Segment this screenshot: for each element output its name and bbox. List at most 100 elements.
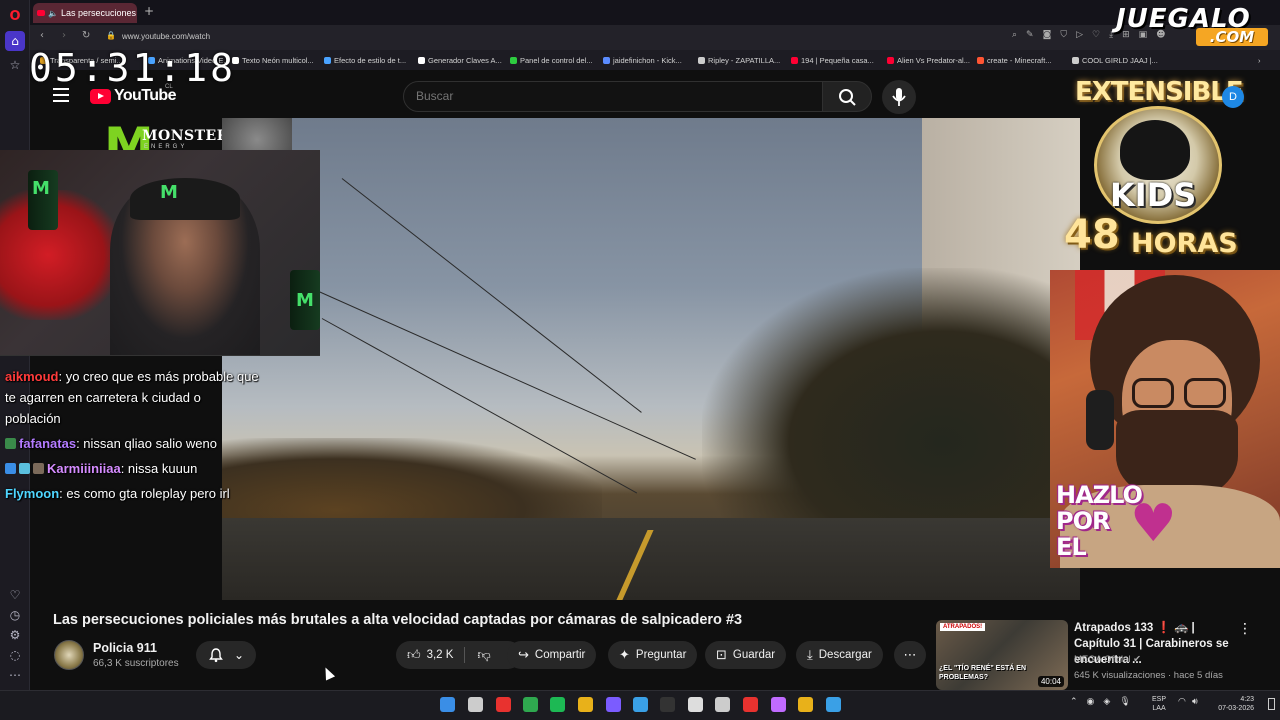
video-player[interactable] xyxy=(222,118,1080,600)
share-label: Compartir xyxy=(534,649,586,661)
history-icon[interactable]: ◷ xyxy=(5,605,25,625)
bookmark-item[interactable]: jaidefinichon - Kick... xyxy=(603,56,682,65)
download-icon[interactable]: ⤓ xyxy=(1109,30,1113,40)
recommended-channel-name: MEGA Oficial xyxy=(1074,654,1131,665)
bookmark-label: Ripley - ZAPATILLA... xyxy=(708,56,781,65)
recommended-more-icon[interactable]: ⋮ xyxy=(1238,621,1252,637)
stream-clock: 05:31:18 xyxy=(29,46,237,90)
youtube-logo-icon[interactable] xyxy=(90,89,111,104)
tray-microphone-icon[interactable]: 🎙︎ xyxy=(1119,697,1130,707)
menu-icon[interactable] xyxy=(53,88,69,102)
taskbar-app-icon[interactable] xyxy=(660,697,675,712)
more-icon[interactable]: ⋯ xyxy=(5,665,25,685)
chat-message: fafanatas: nissan qliao salio weno xyxy=(5,433,259,454)
ask-button[interactable]: ✦ Preguntar xyxy=(608,641,698,669)
account-avatar[interactable]: D xyxy=(1222,86,1244,108)
lock-icon[interactable]: 🔒 xyxy=(106,31,116,40)
bookmark-label: Efecto de estilo de t... xyxy=(334,56,407,65)
language-indicator[interactable]: ESP LAA xyxy=(1152,695,1166,713)
taskbar-app-icon[interactable] xyxy=(798,697,813,712)
mouse-cursor-icon xyxy=(320,665,336,681)
shield-icon[interactable]: ⛉ xyxy=(1060,30,1067,40)
back-icon[interactable]: ‹ xyxy=(40,30,44,41)
url-field[interactable]: www.youtube.com/watch xyxy=(122,32,210,41)
taskbar-app-icon[interactable] xyxy=(578,697,593,712)
lang-line: ESP xyxy=(1152,696,1167,703)
download-label: Descargar xyxy=(818,649,872,661)
channel-avatar[interactable] xyxy=(54,640,84,670)
taskbar-app-icon[interactable] xyxy=(688,697,703,712)
search-button[interactable] xyxy=(822,81,872,112)
voice-search-button[interactable] xyxy=(882,80,916,114)
recommended-thumbnail[interactable]: ATRAPADOS! ¿EL "TÍO RENÉ" ESTÁ EN PROBLE… xyxy=(936,620,1068,690)
volume-icon[interactable]: 🔊︎ xyxy=(1192,697,1198,707)
taskbar-app-icon[interactable] xyxy=(771,697,786,712)
notifications-button[interactable]: ⌄ xyxy=(196,641,256,669)
bookmark-item[interactable]: Alien Vs Predator-al... xyxy=(887,56,970,65)
taskbar-app-icon[interactable] xyxy=(633,697,648,712)
like-count[interactable]: 3,2 K xyxy=(427,649,454,661)
taskbar-app-icon[interactable] xyxy=(496,697,511,712)
taskbar-app-icon[interactable] xyxy=(468,697,483,712)
forward-icon[interactable]: › xyxy=(62,30,66,41)
taskbar-app-icon[interactable] xyxy=(826,697,841,712)
settings-icon[interactable]: ⚙ xyxy=(5,625,25,645)
new-tab-button[interactable]: + xyxy=(142,4,156,18)
bookmark-icon[interactable]: ♡ xyxy=(1092,30,1100,40)
bookmarks-more-icon[interactable]: › xyxy=(1258,56,1261,65)
taskbar-app-icon[interactable] xyxy=(550,697,565,712)
thumbs-up-icon[interactable]: 👍︎ xyxy=(407,648,421,663)
save-button[interactable]: ⊡ Guardar xyxy=(705,641,787,669)
chat-user: fafanatas xyxy=(19,436,77,451)
bookmark-item[interactable]: Generador Claves A... xyxy=(418,56,502,65)
chat-message: aikmoud: yo creo que es más probable que… xyxy=(5,366,259,429)
star-icon[interactable]: ☆ xyxy=(5,55,25,75)
search-input[interactable] xyxy=(416,89,796,103)
notifications-icon[interactable] xyxy=(1268,698,1275,710)
opera-logo-icon[interactable]: O xyxy=(5,6,25,26)
edit-icon[interactable]: ✎ xyxy=(1026,30,1034,40)
verified-icon: ✔ xyxy=(1133,654,1142,665)
search-icon[interactable]: ⌕ xyxy=(1012,30,1017,40)
bookmark-item[interactable]: Efecto de estilo de t... xyxy=(324,56,406,65)
recommended-channel[interactable]: MEGA Oficial ✔ xyxy=(1074,654,1141,665)
more-actions-button[interactable]: ⋯ xyxy=(894,641,926,669)
taskbar-app-icon[interactable] xyxy=(523,697,538,712)
bookmark-item[interactable]: Panel de control del... xyxy=(510,56,593,65)
monster-can-logo-icon: M xyxy=(296,290,314,311)
bookmark-item[interactable]: Texto Neón multicol... xyxy=(232,56,314,65)
wifi-icon[interactable]: ◠ xyxy=(1178,697,1186,707)
heart-icon[interactable]: ♡ xyxy=(5,585,25,605)
chat-badge-icon xyxy=(5,438,16,449)
sparkle-icon: ✦ xyxy=(619,647,630,663)
tray-app-icon[interactable]: ◉ xyxy=(1087,697,1095,707)
speaker-icon[interactable]: 🔈 xyxy=(48,9,58,18)
chevron-up-icon[interactable]: ⌃ xyxy=(1070,697,1078,707)
tab-bar xyxy=(30,0,1280,25)
bookmark-item[interactable]: Ripley - ZAPATILLA... xyxy=(698,56,780,65)
bookmark-item[interactable]: 194 | Pequeña casa... xyxy=(791,56,874,65)
download-button[interactable]: ⤓ Descargar xyxy=(796,641,883,669)
kids-mascot xyxy=(1120,120,1190,180)
chat-user: aikmoud xyxy=(5,369,59,384)
share-button[interactable]: ↪ Compartir xyxy=(507,641,597,669)
windows-start-icon[interactable] xyxy=(440,697,455,712)
tray-steam-icon[interactable]: ◈ xyxy=(1103,697,1110,707)
tab-active[interactable]: 🔈 Las persecuciones po xyxy=(33,3,137,23)
bookmark-item[interactable]: create - Minecraft... xyxy=(977,56,1052,65)
channel-name[interactable]: Policia 911 xyxy=(93,641,157,655)
bulb-icon[interactable]: ◌ xyxy=(5,645,25,665)
taskbar-app-icon[interactable] xyxy=(743,697,758,712)
recommended-meta: 645 K visualizaciones · hace 5 días xyxy=(1074,670,1223,681)
thumbs-down-icon[interactable]: 👎︎ xyxy=(477,648,490,663)
clock[interactable]: 4:23 07-03-2026 xyxy=(1212,695,1254,713)
taskbar-app-icon[interactable] xyxy=(606,697,621,712)
taskbar-app-icon[interactable] xyxy=(715,697,730,712)
monster-brand: MONSTER xyxy=(142,128,229,144)
home-icon[interactable]: ⌂ xyxy=(5,31,25,51)
play-icon[interactable]: ▷ xyxy=(1076,30,1083,40)
thumbnail-caption: ¿EL "TÍO RENÉ" ESTÁ EN PROBLEMAS? xyxy=(939,665,1027,681)
bookmark-item[interactable]: COOL GIRLD JAAJ |... xyxy=(1072,56,1158,65)
reload-icon[interactable]: ↻ xyxy=(82,30,90,41)
camera-icon[interactable]: ◙ xyxy=(1043,30,1052,40)
